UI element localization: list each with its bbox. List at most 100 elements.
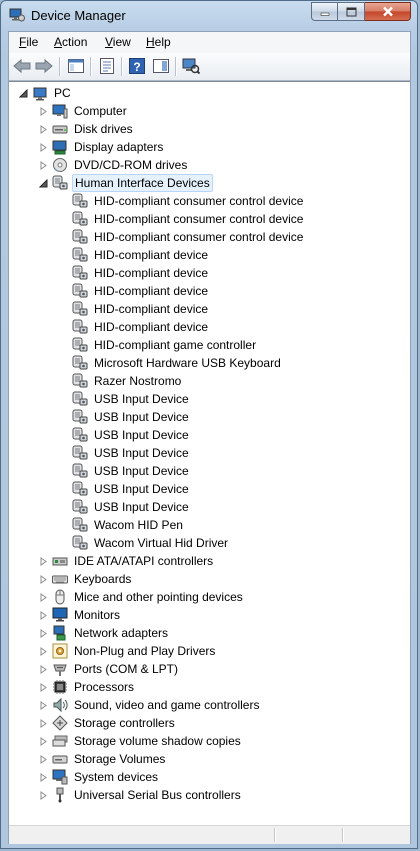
expand-arrow-icon[interactable] [39, 772, 48, 782]
tree-category-ide-ata-atapi-controllers[interactable]: IDE ATA/ATAPI controllers [39, 552, 215, 570]
tree-category-storage-volume-shadow-copies[interactable]: Storage volume shadow copies [39, 732, 243, 750]
menu-bar: File Action View Help [9, 32, 410, 54]
hid-icon [72, 409, 88, 425]
expand-arrow-icon[interactable] [39, 628, 48, 638]
tree-category-storage-controllers[interactable]: Storage controllers [39, 714, 177, 732]
back-arrow-icon [13, 59, 31, 73]
tree-category-system-devices[interactable]: System devices [39, 768, 160, 786]
tree-category-human-interface-devices[interactable]: Human Interface Devices [39, 174, 213, 192]
tree-device-item[interactable]: HID-compliant consumer control device [59, 192, 305, 210]
tree-category-keyboards[interactable]: Keyboards [39, 570, 133, 588]
tree-node-label: DVD/CD-ROM drives [74, 158, 188, 172]
usb-controller-icon [52, 787, 68, 803]
collapse-arrow-icon[interactable] [19, 88, 28, 98]
tree-device-item[interactable]: HID-compliant device [59, 264, 210, 282]
menu-help[interactable]: Help [146, 35, 171, 49]
menu-action[interactable]: Action [54, 35, 87, 49]
port-icon [52, 661, 68, 677]
tree-category-monitors[interactable]: Monitors [39, 606, 122, 624]
tree-device-item[interactable]: USB Input Device [59, 462, 191, 480]
tree-category-storage-volumes[interactable]: Storage Volumes [39, 750, 167, 768]
scan-hardware-button[interactable] [181, 57, 201, 75]
minimize-button[interactable] [311, 2, 338, 21]
tree-device-item[interactable]: Wacom Virtual Hid Driver [59, 534, 230, 552]
device-manager-app-icon[interactable] [9, 8, 25, 22]
expand-arrow-icon[interactable] [39, 718, 48, 728]
expand-arrow-icon[interactable] [39, 574, 48, 584]
expand-arrow-icon[interactable] [39, 664, 48, 674]
menu-view[interactable]: View [105, 35, 131, 49]
tree-category-non-plug-and-play-drivers[interactable]: Non-Plug and Play Drivers [39, 642, 217, 660]
sound-icon [52, 697, 68, 713]
expand-arrow-icon[interactable] [39, 736, 48, 746]
tree-category-network-adapters[interactable]: Network adapters [39, 624, 170, 642]
expand-arrow-icon[interactable] [39, 160, 48, 170]
tree-device-item[interactable]: USB Input Device [59, 426, 191, 444]
tree-node-label: HID-compliant device [94, 302, 209, 316]
tree-device-item[interactable]: USB Input Device [59, 498, 191, 516]
tree-root-pc[interactable]: PC [19, 84, 73, 102]
tree-category-dvd-cd-rom-drives[interactable]: DVD/CD-ROM drives [39, 156, 189, 174]
tree-device-item[interactable]: Razer Nostromo [59, 372, 183, 390]
expand-arrow-icon[interactable] [39, 610, 48, 620]
forward-button[interactable] [34, 57, 54, 75]
tree-device-item[interactable]: HID-compliant device [59, 282, 210, 300]
tree-node-label: IDE ATA/ATAPI controllers [74, 554, 214, 568]
tree-category-disk-drives[interactable]: Disk drives [39, 120, 135, 138]
tree-node-label: HID-compliant consumer control device [94, 230, 304, 244]
close-button[interactable] [365, 2, 411, 21]
tree-device-item[interactable]: HID-compliant consumer control device [59, 210, 305, 228]
tree-node-label: Display adapters [74, 140, 164, 154]
toolbar: ? [9, 53, 410, 81]
expand-arrow-icon[interactable] [39, 556, 48, 566]
expand-arrow-icon[interactable] [39, 142, 48, 152]
expand-arrow-icon[interactable] [39, 106, 48, 116]
tree-device-item[interactable]: Microsoft Hardware USB Keyboard [59, 354, 283, 372]
action-pane-button[interactable] [151, 57, 171, 75]
collapse-arrow-icon[interactable] [39, 178, 48, 188]
back-button[interactable] [12, 57, 32, 75]
expand-arrow-icon[interactable] [39, 592, 48, 602]
svg-text:?: ? [133, 60, 140, 74]
show-hide-console-tree-button[interactable] [66, 57, 86, 75]
tree-device-item[interactable]: USB Input Device [59, 444, 191, 462]
tree-node-label: Non-Plug and Play Drivers [74, 644, 216, 658]
tree-category-mice-and-other-pointing-devices[interactable]: Mice and other pointing devices [39, 588, 245, 606]
expand-arrow-icon[interactable] [39, 754, 48, 764]
tree-device-item[interactable]: Wacom HID Pen [59, 516, 185, 534]
tree-category-computer[interactable]: Computer [39, 102, 129, 120]
maximize-button[interactable] [338, 2, 365, 21]
tree-category-sound-video-and-game-controllers[interactable]: Sound, video and game controllers [39, 696, 261, 714]
tree-category-display-adapters[interactable]: Display adapters [39, 138, 165, 156]
expand-arrow-icon[interactable] [39, 790, 48, 800]
tree-device-item[interactable]: HID-compliant device [59, 246, 210, 264]
tree-category-ports-com-lpt[interactable]: Ports (COM & LPT) [39, 660, 180, 678]
tree-device-item[interactable]: HID-compliant consumer control device [59, 228, 305, 246]
device-tree[interactable]: PC Computer Disk drives Display adapters DVD… [9, 81, 410, 825]
expand-arrow-icon[interactable] [39, 646, 48, 656]
properties-button[interactable] [97, 57, 117, 75]
tree-device-item[interactable]: HID-compliant game controller [59, 336, 258, 354]
help-button[interactable]: ? [127, 57, 147, 75]
expand-arrow-icon[interactable] [39, 700, 48, 710]
tree-category-universal-serial-bus-controllers[interactable]: Universal Serial Bus controllers [39, 786, 243, 804]
keyboard-icon [52, 571, 68, 587]
expand-arrow-icon[interactable] [39, 124, 48, 134]
tree-category-processors[interactable]: Processors [39, 678, 136, 696]
tree-device-item[interactable]: HID-compliant device [59, 300, 210, 318]
tree-device-item[interactable]: USB Input Device [59, 408, 191, 426]
menu-file[interactable]: File [19, 35, 38, 49]
tree-device-item[interactable]: USB Input Device [59, 480, 191, 498]
tree-device-item[interactable]: USB Input Device [59, 390, 191, 408]
title-bar[interactable]: Device Manager [1, 1, 417, 30]
tree-device-item[interactable]: HID-compliant device [59, 318, 210, 336]
tree-node-label: System devices [74, 770, 159, 784]
expand-arrow-icon[interactable] [39, 682, 48, 692]
hid-icon [72, 283, 88, 299]
